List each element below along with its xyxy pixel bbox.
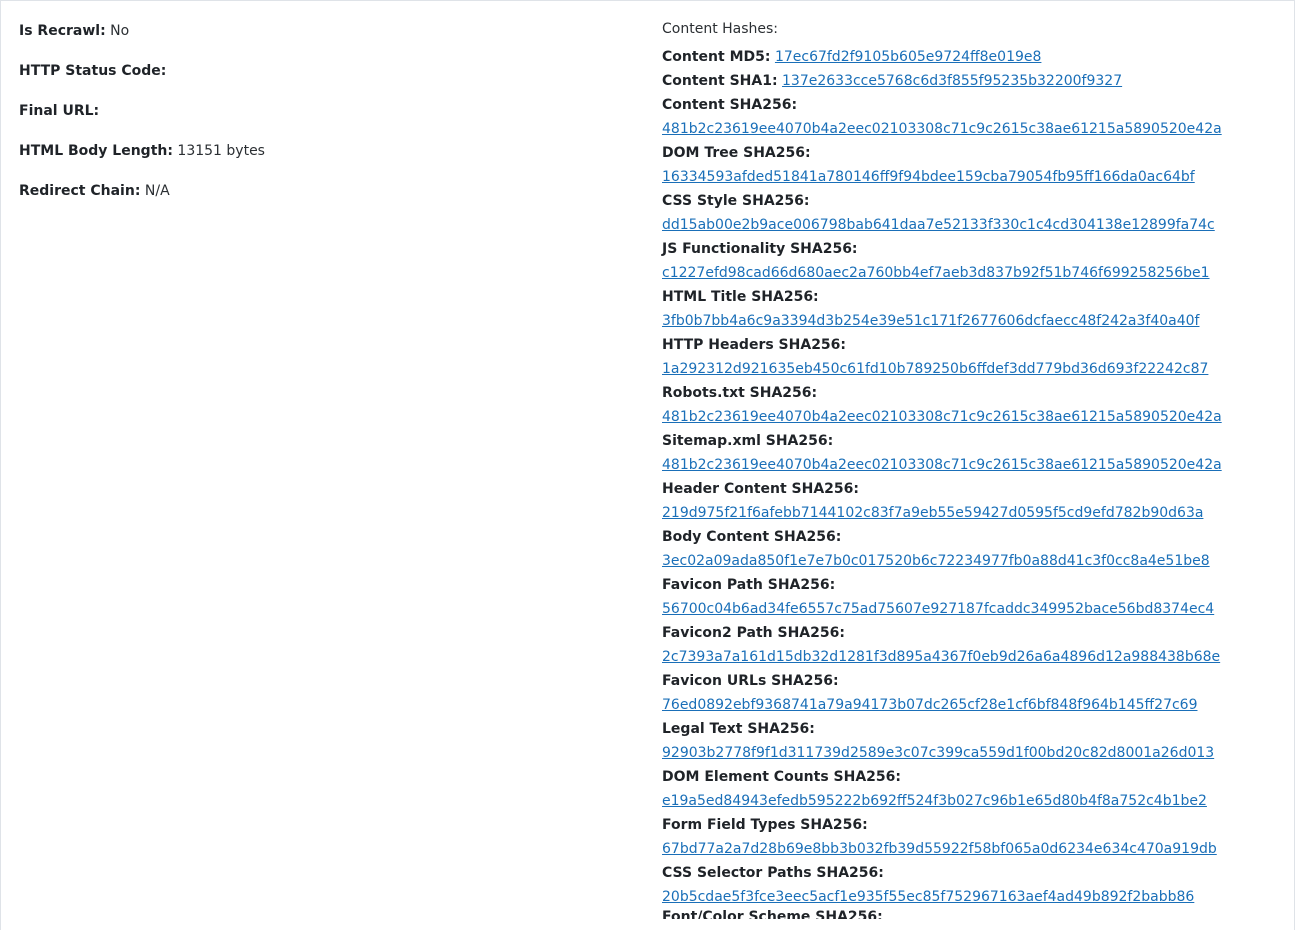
hash-value-link[interactable]: 16334593afded51841a780146ff9f94bdee159cb… (662, 165, 1292, 189)
field-label: Redirect Chain: (19, 183, 141, 199)
hash-dom-tree-sha256: DOM Tree SHA256: 16334593afded51841a7801… (662, 141, 1292, 189)
hash-value-link[interactable]: 1a292312d921635eb450c61fd10b789250b6ffde… (662, 357, 1292, 381)
hash-label: DOM Element Counts SHA256: (662, 769, 901, 785)
hash-favicon2-path-sha256: Favicon2 Path SHA256: 2c7393a7a161d15db3… (662, 621, 1292, 669)
field-label: Final URL: (19, 103, 100, 119)
hash-value-link[interactable]: 67bd77a2a7d28b69e8bb3b032fb39d55922f58bf… (662, 837, 1292, 861)
hash-value-link[interactable]: 3fb0b7bb4a6c9a3394d3b254e39e51c171f26776… (662, 309, 1292, 333)
hash-content-sha1: Content SHA1: 137e2633cce5768c6d3f855f95… (662, 69, 1292, 93)
hash-label: DOM Tree SHA256: (662, 145, 811, 161)
hash-value-link[interactable]: dd15ab00e2b9ace006798bab641daa7e52133f33… (662, 213, 1292, 237)
hash-label: Body Content SHA256: (662, 529, 842, 545)
field-redirect-chain: Redirect Chain: N/A (19, 180, 619, 220)
hash-label: Favicon URLs SHA256: (662, 673, 839, 689)
hash-js-functionality-sha256: JS Functionality SHA256: c1227efd98cad66… (662, 237, 1292, 285)
hash-value-link[interactable]: 17ec67fd2f9105b605e9724ff8e019e8 (775, 49, 1041, 65)
hash-value-link[interactable]: 76ed0892ebf9368741a79a94173b07dc265cf28e… (662, 693, 1292, 717)
hash-value-link[interactable]: c1227efd98cad66d680aec2a760bb4ef7aeb3d83… (662, 261, 1292, 285)
hash-favicon-urls-sha256: Favicon URLs SHA256: 76ed0892ebf9368741a… (662, 669, 1292, 717)
field-final-url: Final URL: (19, 100, 619, 140)
hash-value-link[interactable]: 3ec02a09ada850f1e7e7b0c017520b6c72234977… (662, 549, 1292, 573)
hash-label: JS Functionality SHA256: (662, 241, 858, 257)
hash-label: Legal Text SHA256: (662, 721, 815, 737)
hash-legal-text-sha256: Legal Text SHA256: 92903b2778f9f1d311739… (662, 717, 1292, 765)
hash-html-title-sha256: HTML Title SHA256: 3fb0b7bb4a6c9a3394d3b… (662, 285, 1292, 333)
hash-css-selector-paths-sha256: CSS Selector Paths SHA256: 20b5cdae5f3fc… (662, 861, 1292, 909)
hash-value-link[interactable]: 92903b2778f9f1d311739d2589e3c07c399ca559… (662, 741, 1292, 765)
hash-label: Header Content SHA256: (662, 481, 859, 497)
hash-form-field-types-sha256: Form Field Types SHA256: 67bd77a2a7d28b6… (662, 813, 1292, 861)
hash-dom-element-counts-sha256: DOM Element Counts SHA256: e19a5ed84943e… (662, 765, 1292, 813)
hash-robots-txt-sha256: Robots.txt SHA256: 481b2c23619ee4070b4a2… (662, 381, 1292, 429)
hash-label: Form Field Types SHA256: (662, 817, 868, 833)
hash-label: HTTP Headers SHA256: (662, 337, 847, 353)
hash-value-link[interactable]: 2c7393a7a161d15db32d1281f3d895a4367f0eb9… (662, 645, 1292, 669)
hash-value-link[interactable]: 481b2c23619ee4070b4a2eec02103308c71c9c26… (662, 117, 1292, 141)
hash-css-style-sha256: CSS Style SHA256: dd15ab00e2b9ace006798b… (662, 189, 1292, 237)
hash-label: Sitemap.xml SHA256: (662, 433, 834, 449)
field-value: No (110, 23, 130, 39)
field-http-status-code: HTTP Status Code: (19, 60, 619, 100)
hash-header-content-sha256: Header Content SHA256: 219d975f21f6afebb… (662, 477, 1292, 525)
content-hashes-title: Content Hashes: (662, 21, 779, 37)
hash-value-link[interactable]: 137e2633cce5768c6d3f855f95235b32200f9327 (782, 73, 1122, 89)
hash-label: CSS Selector Paths SHA256: (662, 865, 884, 881)
content-panel: Is Recrawl: No HTTP Status Code: Final U… (0, 0, 1295, 930)
content-hashes: Content Hashes: Content MD5: 17ec67fd2f9… (662, 17, 1292, 919)
field-value: 13151 bytes (177, 143, 265, 159)
field-label: HTTP Status Code: (19, 63, 167, 79)
hash-value-link[interactable]: e19a5ed84943efedb595222b692ff524f3b027c9… (662, 789, 1292, 813)
hash-value-link[interactable]: 481b2c23619ee4070b4a2eec02103308c71c9c26… (662, 453, 1292, 477)
crawl-details: Is Recrawl: No HTTP Status Code: Final U… (19, 20, 619, 220)
hash-content-md5: Content MD5: 17ec67fd2f9105b605e9724ff8e… (662, 45, 1292, 69)
hash-http-headers-sha256: HTTP Headers SHA256: 1a292312d921635eb45… (662, 333, 1292, 381)
hash-value-link[interactable]: 20b5cdae5f3fce3eec5acf1e935f55ec85f75296… (662, 885, 1292, 909)
hash-label: Content MD5: (662, 49, 771, 65)
hash-label: Favicon Path SHA256: (662, 577, 836, 593)
hash-sitemap-xml-sha256: Sitemap.xml SHA256: 481b2c23619ee4070b4a… (662, 429, 1292, 477)
hash-label: Robots.txt SHA256: (662, 385, 818, 401)
hash-value-link[interactable]: 219d975f21f6afebb7144102c83f7a9eb55e5942… (662, 501, 1292, 525)
hash-value-link[interactable]: 481b2c23619ee4070b4a2eec02103308c71c9c26… (662, 405, 1292, 429)
field-value: N/A (144, 183, 170, 199)
hash-body-content-sha256: Body Content SHA256: 3ec02a09ada850f1e7e… (662, 525, 1292, 573)
field-is-recrawl: Is Recrawl: No (19, 20, 619, 60)
field-label: HTML Body Length: (19, 143, 173, 159)
field-label: Is Recrawl: (19, 23, 106, 39)
hash-favicon-path-sha256: Favicon Path SHA256: 56700c04b6ad34fe655… (662, 573, 1292, 621)
hash-label: Content SHA1: (662, 73, 778, 89)
hash-value-link[interactable]: 56700c04b6ad34fe6557c75ad75607e927187fca… (662, 597, 1292, 621)
hash-content-sha256: Content SHA256: 481b2c23619ee4070b4a2eec… (662, 93, 1292, 141)
field-html-body-length: HTML Body Length: 13151 bytes (19, 140, 619, 180)
hash-label: Content SHA256: (662, 97, 798, 113)
hash-label: CSS Style SHA256: (662, 193, 810, 209)
hash-label: HTML Title SHA256: (662, 289, 819, 305)
hash-label: Favicon2 Path SHA256: (662, 625, 845, 641)
